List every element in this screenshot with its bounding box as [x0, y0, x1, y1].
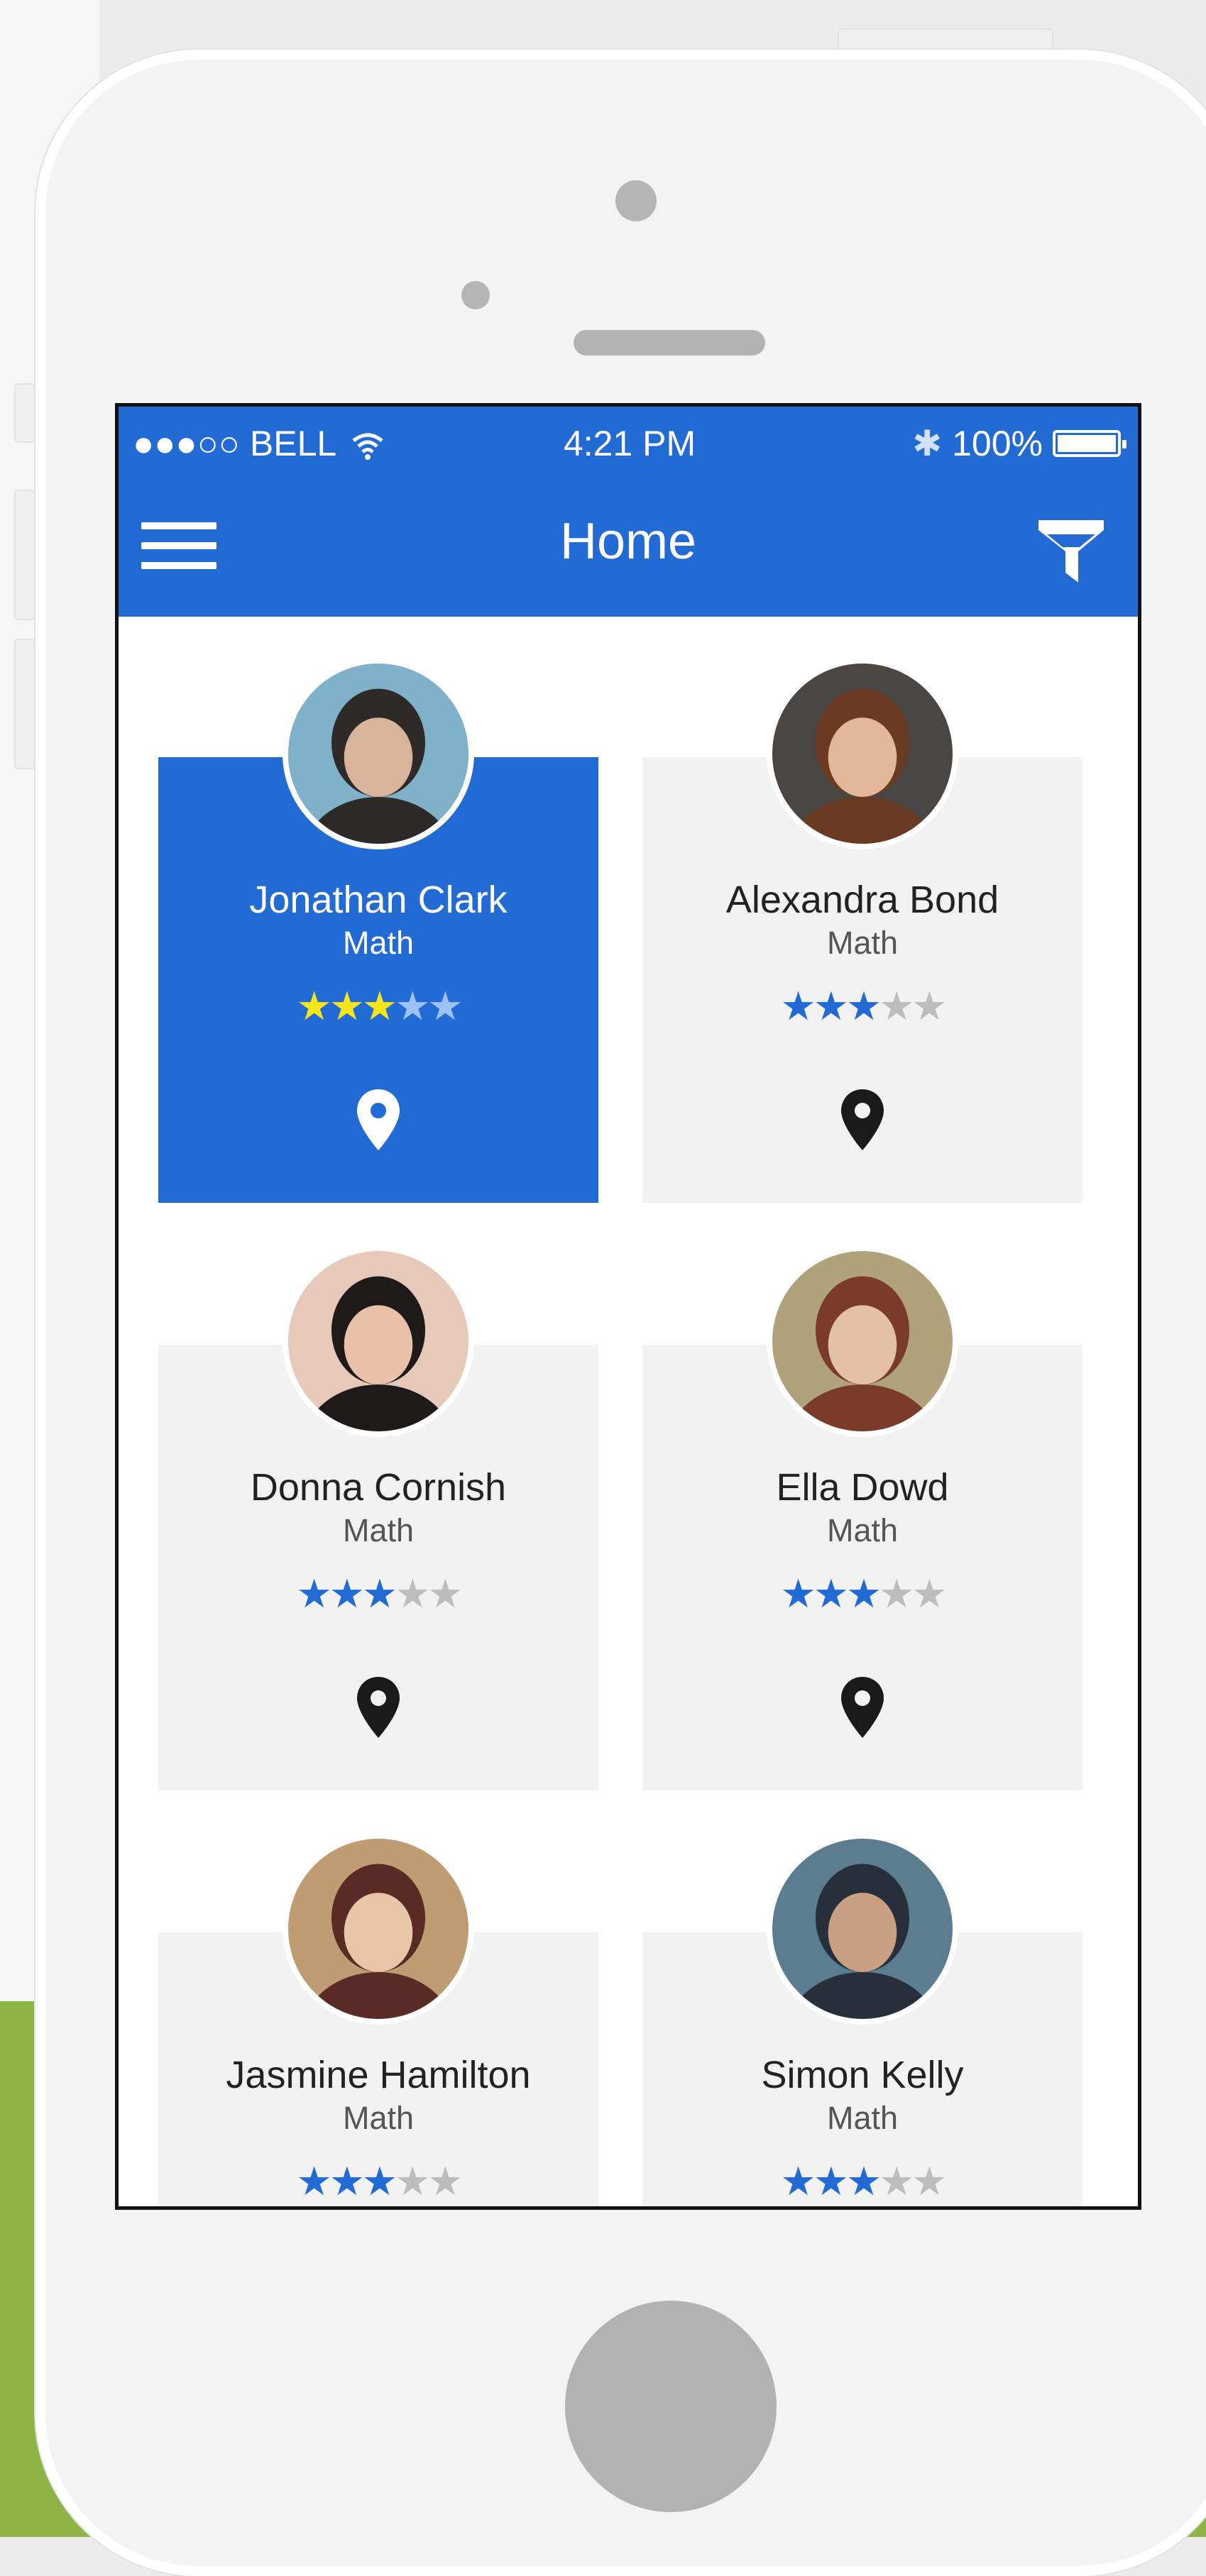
tutor-subject: Math: [342, 925, 415, 961]
phone-top-button: [838, 28, 1053, 50]
avatar: [767, 1833, 958, 2025]
tutor-name: Alexandra Bond: [725, 879, 999, 921]
star-icon: ★: [427, 1571, 463, 1617]
tutor-name: Jonathan Clark: [249, 879, 508, 921]
star-icon: ★: [845, 1571, 882, 1617]
tutor-name: Donna Cornish: [250, 1466, 507, 1509]
map-pin-icon[interactable]: [356, 1088, 401, 1152]
phone-side-button-volume-down: [14, 639, 35, 769]
star-icon: ★: [845, 984, 882, 1030]
avatar: [283, 1833, 474, 2025]
star-icon: ★: [329, 1571, 365, 1617]
star-icon: ★: [361, 1571, 398, 1617]
tutor-card[interactable]: Jonathan Clark Math ★★★★★: [158, 658, 598, 1203]
star-icon: ★: [845, 2159, 882, 2205]
carrier-label: ●●●○○ BELL: [133, 424, 336, 463]
filter-funnel-icon[interactable]: [1036, 514, 1107, 585]
star-icon: ★: [879, 984, 914, 1030]
app-bar: ●●●○○ BELL 4:21 PM ✱ 100% Home: [119, 407, 1138, 617]
star-icon: ★: [296, 2159, 331, 2205]
star-icon: ★: [395, 2159, 430, 2205]
star-icon: ★: [329, 2159, 365, 2205]
home-button[interactable]: [565, 2301, 777, 2512]
tutor-card[interactable]: Jasmine Hamilton Math ★★★★★: [158, 1833, 598, 2206]
star-icon: ★: [911, 984, 947, 1030]
star-icon: ★: [780, 2159, 816, 2205]
tutor-card[interactable]: Simon Kelly Math ★★★★★: [642, 1833, 1082, 2206]
bluetooth-icon: ✱: [912, 424, 943, 463]
star-icon: ★: [427, 2159, 463, 2205]
tutor-card[interactable]: Ella Dowd Math ★★★★★: [642, 1245, 1082, 1790]
phone-side-button-volume-up: [14, 490, 35, 620]
tutor-subject: Math: [342, 1512, 415, 1548]
star-icon: ★: [395, 1571, 430, 1617]
rating-stars: ★★★★★: [642, 1573, 1082, 1616]
tutor-name: Simon Kelly: [761, 2054, 964, 2096]
earpiece-speaker: [574, 330, 765, 356]
star-icon: ★: [879, 1571, 914, 1617]
star-icon: ★: [296, 1571, 331, 1617]
star-icon: ★: [911, 2159, 947, 2205]
rating-stars: ★★★★★: [158, 1573, 598, 1616]
tutor-subject: Math: [826, 925, 899, 961]
wifi-icon: [352, 433, 383, 460]
tutor-card[interactable]: Alexandra Bond Math ★★★★★: [642, 658, 1082, 1203]
tutor-subject: Math: [826, 1512, 899, 1548]
battery-icon: [1053, 430, 1126, 457]
tutor-card[interactable]: Donna Cornish Math ★★★★★: [158, 1245, 598, 1790]
rating-stars: ★★★★★: [642, 2161, 1082, 2203]
star-icon: ★: [813, 2159, 849, 2205]
tutor-subject: Math: [342, 2100, 415, 2136]
star-icon: ★: [361, 2159, 398, 2205]
tutor-grid: Jonathan Clark Math ★★★★★ Alexandra Bond Mat…: [119, 617, 1138, 2206]
map-pin-icon[interactable]: [356, 1675, 401, 1739]
star-icon: ★: [395, 984, 430, 1030]
star-icon: ★: [296, 984, 331, 1030]
page-title: Home: [559, 513, 697, 570]
tutor-name: Ella Dowd: [776, 1466, 949, 1509]
phone-screen: ●●●○○ BELL 4:21 PM ✱ 100% Home Jonathan …: [115, 403, 1141, 2210]
carrier-signal: ●●●○○ BELL: [133, 422, 385, 465]
star-icon: ★: [813, 1571, 849, 1617]
front-camera: [615, 180, 657, 221]
tutor-name: Jasmine Hamilton: [226, 2054, 531, 2096]
tutor-subject: Math: [826, 2100, 899, 2136]
star-icon: ★: [911, 1571, 947, 1617]
map-pin-icon[interactable]: [840, 1088, 885, 1152]
rating-stars: ★★★★★: [642, 986, 1082, 1028]
clock: 4:21 PM: [563, 424, 696, 463]
star-icon: ★: [329, 984, 365, 1030]
avatar: [767, 1245, 958, 1437]
star-icon: ★: [879, 2159, 914, 2205]
proximity-sensor: [461, 281, 490, 309]
star-icon: ★: [427, 984, 463, 1030]
star-icon: ★: [780, 1571, 816, 1617]
rating-stars: ★★★★★: [158, 2161, 598, 2203]
battery-percent: 100%: [952, 424, 1043, 463]
avatar: [283, 1245, 474, 1437]
avatar: [283, 658, 474, 849]
rating-stars: ★★★★★: [158, 986, 598, 1028]
status-right: ✱ 100%: [912, 422, 1126, 465]
star-icon: ★: [813, 984, 849, 1030]
phone-side-button-mute: [14, 383, 35, 443]
map-pin-icon[interactable]: [840, 1675, 885, 1739]
star-icon: ★: [361, 984, 398, 1030]
avatar: [767, 658, 958, 849]
star-icon: ★: [780, 984, 816, 1030]
